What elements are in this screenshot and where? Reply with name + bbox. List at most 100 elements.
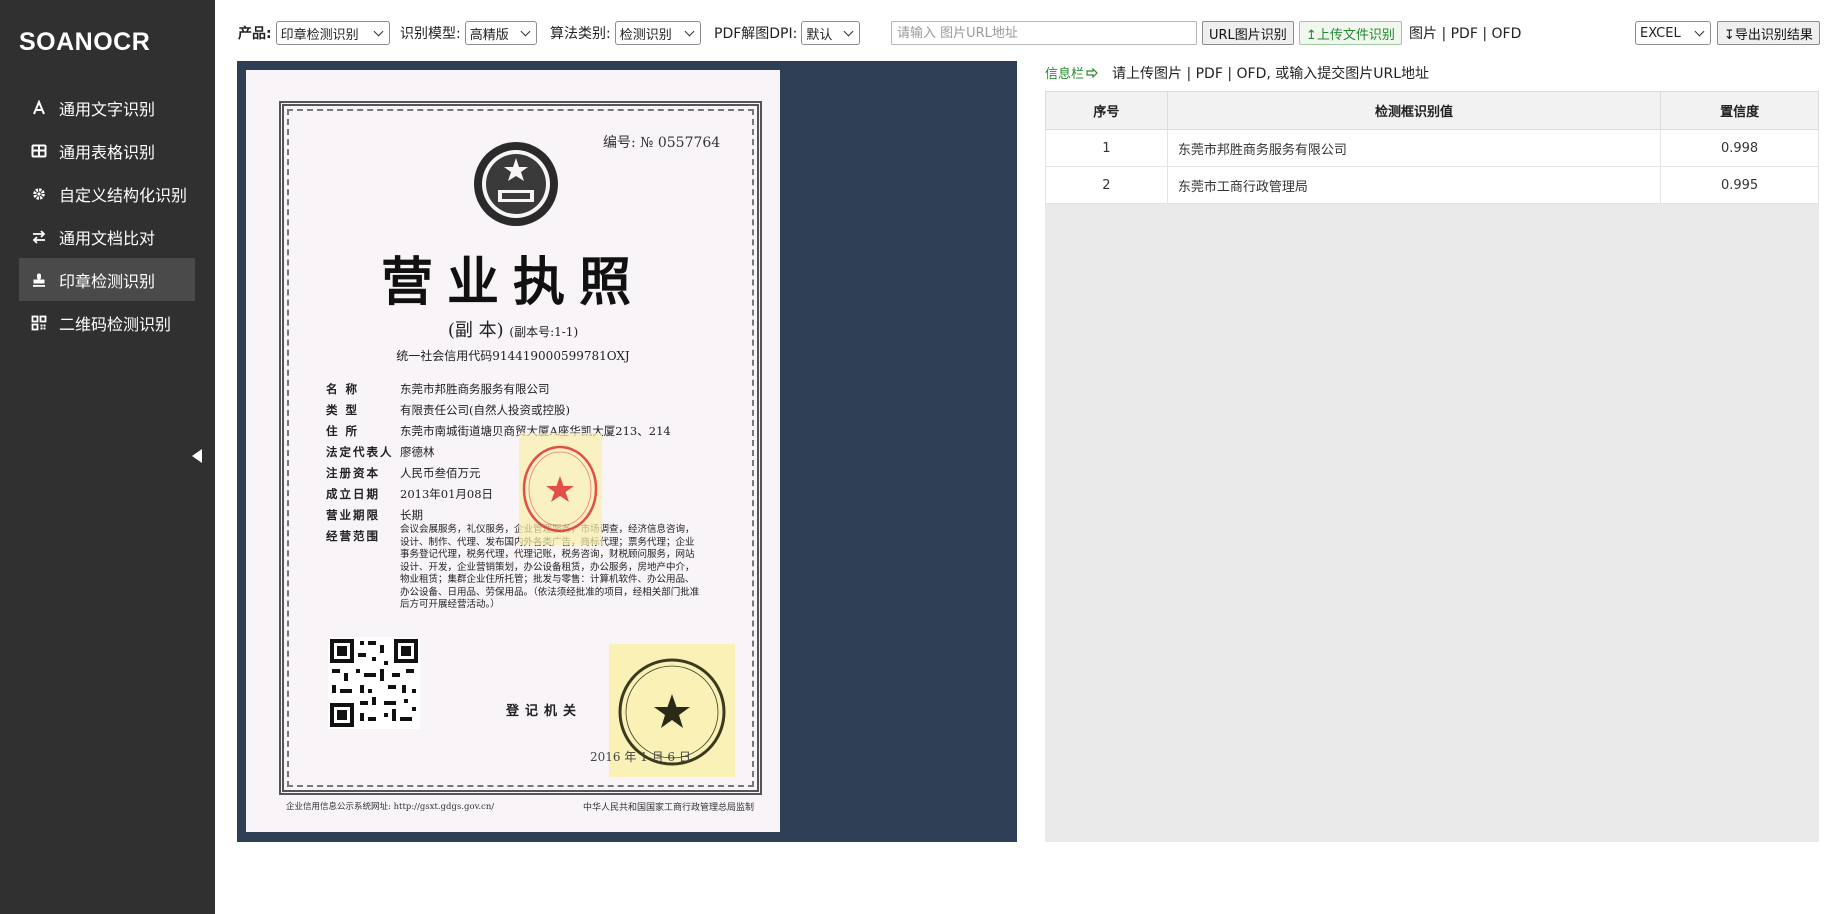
model-label: 识别模型: — [400, 26, 461, 42]
url-group — [891, 20, 1197, 46]
sidebar-item-label: 自定义结构化识别 — [59, 185, 188, 205]
text-icon — [31, 99, 47, 116]
chevron-down-icon — [1694, 26, 1705, 36]
table-row[interactable]: 1 东莞市邦胜商务服务有限公司 0.998 — [1045, 129, 1819, 167]
cell-confidence: 0.998 — [1660, 129, 1819, 167]
company-stamp-icon — [522, 445, 598, 533]
export-format-wrap: EXCEL — [1635, 20, 1711, 46]
collapse-sidebar-icon[interactable] — [192, 449, 202, 463]
sidebar-nav: 通用文字识别 通用表格识别 自定义结构化识别 通用文档比对 印章检测识别 二维码… — [19, 86, 195, 344]
dpi-label: PDF解图DPI: — [714, 26, 798, 42]
field-key: 住 所 — [326, 423, 360, 438]
upload-file-button[interactable]: ↥上传文件识别 — [1299, 21, 1402, 45]
url-button-wrap: URL图片识别 — [1202, 20, 1294, 46]
product-label: 产品: — [238, 26, 272, 42]
gear-icon — [31, 186, 47, 202]
header-confidence: 置信度 — [1660, 91, 1819, 130]
results-table: 序号 检测框识别值 置信度 1 东莞市邦胜商务服务有限公司 0.998 2 东莞… — [1045, 91, 1819, 204]
sidebar: SOANOCR 通用文字识别 通用表格识别 自定义结构化识别 通用文档比对 印章… — [0, 0, 215, 914]
field-key: 经营范围 — [326, 528, 380, 543]
field-key: 法定代表人 — [326, 444, 394, 459]
credit-code: 统一社会信用代码914419000599781OXJ — [396, 349, 630, 363]
sidebar-item-custom-structured[interactable]: 自定义结构化识别 — [19, 172, 195, 215]
dpi-group: PDF解图DPI: 默认 — [714, 20, 861, 46]
model-select-value: 高精版 — [469, 27, 509, 43]
chevron-down-icon — [520, 26, 531, 36]
url-recognize-button[interactable]: URL图片识别 — [1202, 21, 1294, 45]
sidebar-item-qrcode-detect[interactable]: 二维码检测识别 — [19, 301, 195, 344]
export-button-wrap: ↧导出识别结果 — [1717, 20, 1820, 46]
algo-label: 算法类别: — [550, 26, 611, 42]
stamp-icon — [31, 272, 47, 288]
upload-button-wrap: ↥上传文件识别 — [1299, 20, 1402, 46]
supported-formats: 图片 | PDF | OFD — [1409, 26, 1522, 42]
document-subtitle: (副 本) (副本号:1-1) — [246, 316, 780, 342]
algo-select-value: 检测识别 — [619, 27, 672, 43]
document-subtitle-main: (副 本) — [447, 320, 504, 341]
model-group: 识别模型: 高精版 — [400, 20, 537, 46]
formats-wrap: 图片 | PDF | OFD — [1409, 20, 1521, 46]
field-value: 有限责任公司(自然人投资或控股) — [400, 402, 570, 417]
field-key: 营业期限 — [326, 507, 380, 522]
field-key: 类 型 — [326, 402, 360, 417]
swap-icon — [31, 229, 47, 245]
header-index: 序号 — [1045, 91, 1168, 130]
document-title: 营业执照 — [380, 252, 645, 313]
sidebar-item-general-text[interactable]: 通用文字识别 — [19, 86, 195, 129]
registration-authority: 登记机关 — [506, 704, 583, 719]
field-value: 东莞市邦胜商务服务有限公司 — [400, 381, 550, 396]
model-select[interactable]: 高精版 — [464, 21, 537, 45]
app-logo: SOANOCR — [19, 28, 151, 56]
chevron-down-icon — [684, 26, 695, 36]
algo-select[interactable]: 检测识别 — [614, 21, 701, 45]
sidebar-item-label: 通用表格识别 — [59, 142, 156, 162]
table-header-row: 序号 检测框识别值 置信度 — [1045, 91, 1819, 130]
info-bar-label: 信息栏 — [1045, 63, 1098, 82]
table-row[interactable]: 2 东莞市工商行政管理局 0.995 — [1045, 166, 1819, 204]
field-key: 注册资本 — [326, 465, 380, 480]
field-key: 成立日期 — [326, 486, 380, 501]
algo-group: 算法类别: 检测识别 — [550, 20, 701, 46]
dpi-select[interactable]: 默认 — [801, 21, 861, 45]
cell-value: 东莞市邦胜商务服务有限公司 — [1166, 129, 1662, 167]
cell-value: 东莞市工商行政管理局 — [1166, 166, 1662, 204]
qrcode-icon — [31, 315, 47, 331]
field-row: 类 型 有限责任公司(自然人投资或控股) — [326, 399, 746, 420]
arrow-right-icon — [1086, 67, 1098, 78]
cell-index: 2 — [1045, 166, 1168, 204]
product-select-value: 印章检测识别 — [280, 27, 359, 43]
toolbar: 产品: 印章检测识别 识别模型: 高精版 算法类别: 检测识别 PDF解图DPI… — [238, 20, 1820, 46]
chevron-down-icon — [843, 26, 854, 36]
dpi-select-value: 默认 — [806, 27, 833, 43]
sidebar-item-label: 二维码检测识别 — [59, 314, 172, 334]
product-select[interactable]: 印章检测识别 — [275, 21, 390, 45]
sidebar-item-label: 通用文字识别 — [59, 99, 156, 119]
qr-code-image — [328, 637, 420, 729]
cell-confidence: 0.995 — [1660, 166, 1819, 204]
table-icon — [31, 143, 47, 159]
cell-index: 1 — [1045, 129, 1168, 167]
export-format-value: EXCEL — [1640, 25, 1681, 41]
info-bar-label-text: 信息栏 — [1045, 67, 1085, 82]
document-subtitle-small: (副本号:1-1) — [509, 325, 579, 339]
header-value: 检测框识别值 — [1166, 91, 1662, 130]
export-results-button[interactable]: ↧导出识别结果 — [1717, 21, 1820, 45]
url-input[interactable] — [891, 21, 1197, 45]
field-key: 名 称 — [326, 381, 360, 396]
product-group: 产品: 印章检测识别 — [238, 20, 390, 46]
issue-date: 2016 年 1 月 6 日 — [590, 750, 691, 764]
sidebar-item-general-table[interactable]: 通用表格识别 — [19, 129, 195, 172]
sidebar-item-label: 印章检测识别 — [59, 271, 156, 291]
info-bar-message: 请上传图片 | PDF | OFD, 或输入提交图片URL地址 — [1112, 66, 1430, 82]
document-number: 编号: № 0557764 — [603, 135, 721, 151]
field-row: 名 称 东莞市邦胜商务服务有限公司 — [326, 378, 746, 399]
chevron-down-icon — [373, 26, 384, 36]
sidebar-item-label: 通用文档比对 — [59, 228, 156, 248]
sidebar-item-doc-compare[interactable]: 通用文档比对 — [19, 215, 195, 258]
results-panel: 序号 检测框识别值 置信度 1 东莞市邦胜商务服务有限公司 0.998 2 东莞… — [1045, 91, 1819, 842]
footer-website: 企业信用信息公示系统网址: http://gsxt.gdgs.gov.cn/ — [286, 802, 495, 812]
sidebar-item-stamp-detect[interactable]: 印章检测识别 — [19, 258, 195, 301]
export-format-select[interactable]: EXCEL — [1635, 21, 1711, 45]
footer-issuer: 中华人民共和国国家工商行政管理总局监制 — [583, 803, 755, 813]
national-emblem-icon — [474, 142, 558, 226]
